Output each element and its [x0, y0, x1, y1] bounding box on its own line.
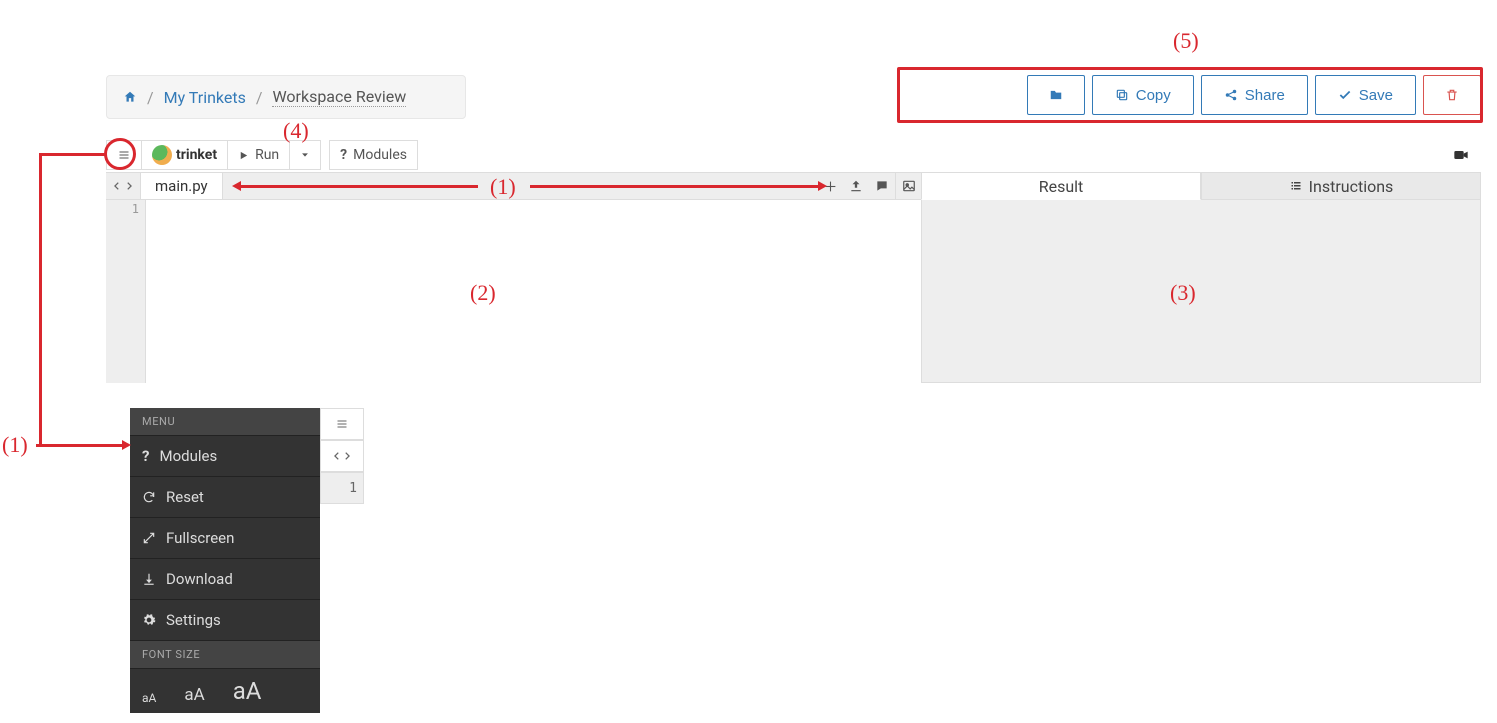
question-icon: ? [340, 147, 347, 163]
output-pane: Result Instructions [921, 172, 1481, 383]
folder-icon [1048, 88, 1064, 102]
caret-down-icon [300, 150, 310, 160]
check-icon [1338, 88, 1352, 102]
modules-button[interactable]: ? Modules [329, 140, 418, 170]
gear-icon [142, 613, 156, 627]
file-tab-label: main.py [155, 177, 208, 195]
question-icon: ? [142, 447, 149, 465]
anno-label-1-left: (1) [2, 432, 28, 458]
peek-hamburger[interactable] [320, 408, 364, 440]
copy-button[interactable]: Copy [1092, 75, 1194, 115]
anno-label-5: (5) [1173, 28, 1199, 54]
tab-instructions[interactable]: Instructions [1201, 172, 1481, 200]
menu-header: MENU [130, 408, 320, 436]
menu-toggle[interactable] [106, 140, 142, 170]
menu-modules-label: Modules [159, 447, 217, 465]
copy-label: Copy [1136, 87, 1171, 104]
share-icon [1224, 88, 1238, 102]
anno-line-bot [36, 444, 124, 447]
upload-button[interactable] [843, 173, 869, 199]
code-text-area[interactable] [146, 200, 921, 383]
anno-line-topconn [39, 153, 105, 156]
logo-icon [152, 145, 172, 165]
run-dropdown[interactable] [290, 140, 321, 170]
plus-icon [824, 180, 837, 193]
home-icon[interactable] [123, 90, 137, 104]
trinket-logo: trinket [142, 140, 227, 170]
breadcrumb-current: Workspace Review [272, 87, 406, 107]
expand-icon [142, 531, 156, 545]
menu-reset[interactable]: Reset [130, 477, 320, 518]
list-icon [1289, 180, 1303, 192]
breadcrumb-sep: / [256, 88, 263, 107]
output-tabs: Result Instructions [921, 172, 1481, 200]
run-button[interactable]: Run [227, 140, 290, 170]
menu-settings[interactable]: Settings [130, 600, 320, 641]
code-editor[interactable]: 1 [106, 200, 921, 383]
trash-icon [1445, 88, 1459, 102]
image-button[interactable] [895, 173, 921, 199]
menu-fullscreen-label: Fullscreen [166, 529, 234, 547]
breadcrumb: / My Trinkets / Workspace Review [106, 75, 466, 119]
chevron-left-icon [112, 180, 122, 192]
editor-pane: main.py 1 [106, 172, 921, 383]
menu-reset-label: Reset [166, 488, 204, 506]
file-tab-main[interactable]: main.py [141, 173, 223, 199]
image-icon [902, 179, 916, 193]
action-row: Copy Share Save [1027, 75, 1481, 115]
peek-line1: 1 [320, 472, 364, 504]
share-button[interactable]: Share [1201, 75, 1308, 115]
save-button[interactable]: Save [1315, 75, 1416, 115]
menu-download[interactable]: Download [130, 559, 320, 600]
menu-peek-column: 1 [320, 408, 364, 504]
font-size-small[interactable]: aA [142, 691, 156, 705]
download-icon [142, 572, 156, 586]
menu-download-label: Download [166, 570, 233, 588]
logo-text: trinket [176, 147, 217, 163]
play-icon [238, 150, 249, 161]
hamburger-icon [117, 149, 131, 161]
menu-panel: MENU ? Modules Reset Fullscreen Download… [130, 408, 320, 713]
line-gutter: 1 [106, 200, 146, 383]
chevron-right-icon [124, 180, 134, 192]
tab-instructions-label: Instructions [1309, 177, 1394, 196]
file-tab-row: main.py [106, 172, 921, 200]
save-label: Save [1359, 87, 1393, 104]
comment-button[interactable] [869, 173, 895, 199]
tab-result[interactable]: Result [921, 172, 1201, 200]
add-file-button[interactable] [817, 173, 843, 199]
video-icon[interactable] [1441, 140, 1481, 170]
run-label: Run [255, 147, 279, 163]
tab-nav[interactable] [106, 173, 141, 199]
font-size-row: aA aA aA [130, 669, 320, 713]
anno-line-vert [39, 155, 42, 444]
upload-icon [849, 179, 863, 193]
modules-label: Modules [353, 147, 407, 163]
breadcrumb-my-trinkets[interactable]: My Trinkets [164, 88, 246, 107]
toolbar: trinket Run ? Modules [106, 140, 1481, 170]
delete-button[interactable] [1423, 75, 1481, 115]
comment-icon [875, 179, 889, 193]
breadcrumb-sep: / [147, 88, 154, 107]
menu-modules[interactable]: ? Modules [130, 436, 320, 477]
peek-nav[interactable] [320, 440, 364, 472]
line-number: 1 [106, 202, 139, 216]
font-size-large[interactable]: aA [233, 677, 262, 705]
tab-result-label: Result [1039, 177, 1084, 196]
refresh-icon [142, 490, 156, 504]
menu-settings-label: Settings [166, 611, 221, 629]
folder-button[interactable] [1027, 75, 1085, 115]
font-size-medium[interactable]: aA [184, 685, 204, 705]
menu-fullscreen[interactable]: Fullscreen [130, 518, 320, 559]
copy-icon [1115, 88, 1129, 102]
output-body [921, 200, 1481, 383]
share-label: Share [1245, 87, 1285, 104]
font-size-header: FONT SIZE [130, 641, 320, 669]
